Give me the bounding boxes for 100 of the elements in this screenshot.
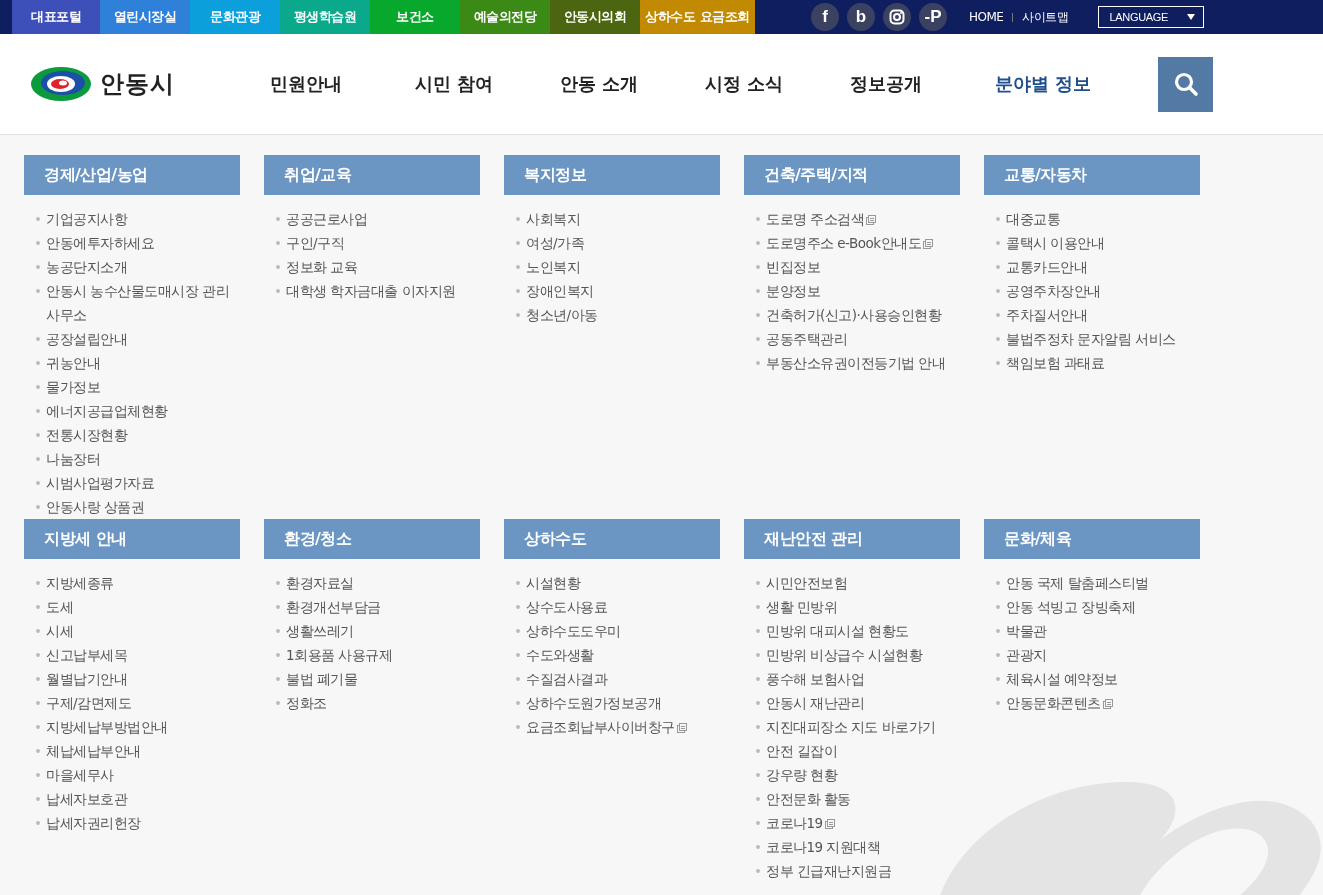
menu-link[interactable]: 공동주택관리 — [766, 327, 847, 351]
menu-link[interactable]: 장애인복지 — [526, 279, 594, 303]
bullet-icon — [276, 241, 280, 245]
menu-link[interactable]: 책임보험 과태료 — [1006, 351, 1105, 375]
menu-link[interactable]: 시민안전보험 — [766, 571, 847, 595]
menu-link[interactable]: 노인복지 — [526, 255, 580, 279]
menu-link[interactable]: 여성/가족 — [526, 231, 585, 255]
menu-link[interactable]: 도세 — [46, 595, 73, 619]
menu-link[interactable]: 대학생 학자금대출 이자지원 — [286, 279, 456, 303]
menu-link[interactable]: 민방위 비상급수 시설현황 — [766, 643, 923, 667]
nav-item[interactable]: 분야별 정보 — [995, 72, 1140, 96]
menu-link[interactable]: 분양정보 — [766, 279, 820, 303]
menu-link[interactable]: 정보화 교육 — [286, 255, 358, 279]
menu-link[interactable]: 민방위 대피시설 현황도 — [766, 619, 909, 643]
menu-link[interactable]: 생활쓰레기 — [286, 619, 354, 643]
menu-link[interactable]: 주차질서안내 — [1006, 303, 1087, 327]
nav-item[interactable]: 시민 참여 — [415, 72, 560, 96]
menu-link[interactable]: 구인/구직 — [286, 231, 345, 255]
menu-link[interactable]: 풍수해 보험사업 — [766, 667, 865, 691]
menu-link[interactable]: 나눔장터 — [46, 447, 100, 471]
menu-link[interactable]: 대중교통 — [1006, 207, 1060, 231]
social-link[interactable]: b — [847, 3, 875, 31]
menu-link[interactable]: 불법 폐기물 — [286, 667, 358, 691]
menu-link[interactable]: 정부 긴급재난지원금 — [766, 859, 892, 883]
menu-link[interactable]: 강우량 현황 — [766, 763, 838, 787]
social-link[interactable]: f — [811, 3, 839, 31]
menu-link[interactable]: 안동시 농수산물도매시장 관리사무소 — [46, 279, 240, 327]
menu-link[interactable]: 상하수도원가정보공개 — [526, 691, 661, 715]
menu-link[interactable]: 박물관 — [1006, 619, 1047, 643]
social-link[interactable]: -P — [919, 3, 947, 31]
menu-link[interactable]: 코로나19 지원대책 — [766, 835, 881, 859]
menu-link[interactable]: 교통카드안내 — [1006, 255, 1087, 279]
menu-link[interactable]: 도로명주소 e-Book안내도 — [766, 231, 934, 255]
menu-link[interactable]: 안동 국제 탈춤페스티벌 — [1006, 571, 1149, 595]
site-link[interactable]: 열린시장실 — [100, 0, 190, 34]
menu-link[interactable]: 수도와생활 — [526, 643, 594, 667]
logo-text[interactable]: 안동시 — [100, 68, 175, 100]
menu-link[interactable]: 안동 석빙고 장빙축제 — [1006, 595, 1136, 619]
menu-link[interactable]: 청소년/아동 — [526, 303, 598, 327]
menu-link[interactable]: 귀농안내 — [46, 351, 100, 375]
menu-link[interactable]: 공장설립안내 — [46, 327, 127, 351]
instagram-icon[interactable] — [883, 3, 911, 31]
search-button[interactable] — [1158, 56, 1213, 112]
menu-link[interactable]: 시범사업평가자료 — [46, 471, 154, 495]
menu-link[interactable]: 물가정보 — [46, 375, 100, 399]
menu-link[interactable]: 상수도사용료 — [526, 595, 607, 619]
menu-link[interactable]: 환경개선부담금 — [286, 595, 381, 619]
bullet-icon — [516, 725, 520, 729]
menu-link[interactable]: 불법주정차 문자알림 서비스 — [1006, 327, 1176, 351]
menu-link[interactable]: 콜택시 이용안내 — [1006, 231, 1105, 255]
menu-link[interactable]: 에너지공급업체현황 — [46, 399, 168, 423]
menu-link[interactable]: 생활 민방위 — [766, 595, 838, 619]
menu-link[interactable]: 빈집정보 — [766, 255, 820, 279]
menu-link[interactable]: 납세자보호관 — [46, 787, 127, 811]
menu-link[interactable]: 정화조 — [286, 691, 327, 715]
nav-item[interactable]: 시정 소식 — [705, 72, 850, 96]
menu-link[interactable]: 지방세종류 — [46, 571, 114, 595]
menu-link[interactable]: 공공근로사업 — [286, 207, 367, 231]
nav-item[interactable]: 정보공개 — [850, 72, 995, 96]
menu-link[interactable]: 안동문화콘텐츠 — [1006, 691, 1113, 715]
site-link[interactable]: 안동시의회 — [550, 0, 640, 34]
menu-link[interactable]: 안전문화 활동 — [766, 787, 851, 811]
menu-link[interactable]: 안동사랑 상품권 — [46, 495, 145, 519]
menu-link[interactable]: 1회용품 사용규제 — [286, 643, 393, 667]
menu-link[interactable]: 건축허가(신고)·사용승인현황 — [766, 303, 942, 327]
menu-link[interactable]: 체납세납부안내 — [46, 739, 141, 763]
menu-link[interactable]: 공영주차장안내 — [1006, 279, 1101, 303]
menu-link[interactable]: 전통시장현황 — [46, 423, 127, 447]
menu-link[interactable]: 지방세납부방법안내 — [46, 715, 168, 739]
nav-item[interactable]: 민원안내 — [270, 72, 415, 96]
menu-link[interactable]: 안동시 재난관리 — [766, 691, 865, 715]
menu-link[interactable]: 도로명 주소검색 — [766, 207, 877, 231]
menu-link[interactable]: 체육시설 예약정보 — [1006, 667, 1118, 691]
menu-link[interactable]: 기업공지사항 — [46, 207, 127, 231]
menu-link[interactable]: 상하수도도우미 — [526, 619, 621, 643]
menu-link[interactable]: 관광지 — [1006, 643, 1047, 667]
menu-link[interactable]: 지진대피장소 지도 바로가기 — [766, 715, 936, 739]
language-select[interactable]: LANGUAGE — [1098, 6, 1205, 28]
utility-link[interactable]: HOME — [969, 10, 1004, 24]
menu-link[interactable]: 마을세무사 — [46, 763, 114, 787]
menu-link[interactable]: 수질검사결과 — [526, 667, 607, 691]
menu-link[interactable]: 코로나19 — [766, 811, 835, 835]
menu-link[interactable]: 환경자료실 — [286, 571, 354, 595]
menu-link[interactable]: 농공단지소개 — [46, 255, 127, 279]
site-link[interactable]: 예술의전당 — [460, 0, 550, 34]
bullet-icon — [276, 701, 280, 705]
menu-link[interactable]: 안전 길잡이 — [766, 739, 838, 763]
menu-link[interactable]: 시설현황 — [526, 571, 580, 595]
menu-link[interactable]: 납세자권리헌장 — [46, 811, 141, 835]
menu-link[interactable]: 신고납부세목 — [46, 643, 127, 667]
menu-link[interactable]: 시세 — [46, 619, 73, 643]
menu-link[interactable]: 사회복지 — [526, 207, 580, 231]
menu-link[interactable]: 월별납기안내 — [46, 667, 127, 691]
menu-link[interactable]: 안동에투자하세요 — [46, 231, 154, 255]
utility-link[interactable]: 사이트맵 — [1022, 8, 1069, 26]
menu-link[interactable]: 부동산소유권이전등기법 안내 — [766, 351, 946, 375]
site-link[interactable]: 대표포털 — [12, 0, 100, 34]
menu-link[interactable]: 요금조회납부사이버창구 — [526, 715, 687, 739]
menu-link[interactable]: 구제/감면제도 — [46, 691, 132, 715]
nav-item[interactable]: 안동 소개 — [560, 72, 705, 96]
